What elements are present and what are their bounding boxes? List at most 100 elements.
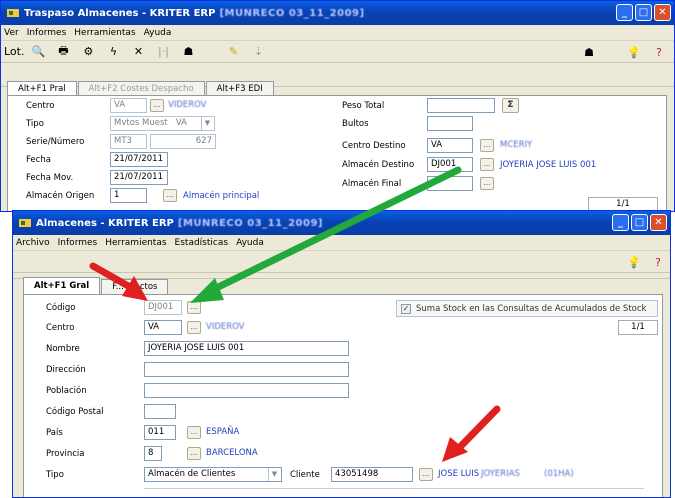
lightbulb-icon[interactable]: 💡 <box>626 254 642 270</box>
page-indicator: 1/1 <box>618 320 658 335</box>
title-bar[interactable]: Almacenes - KRITER ERP [MUNRECO 03_11_200… <box>13 211 670 235</box>
cliente-link-extra2[interactable]: (01HA) <box>544 469 574 479</box>
tools-icon[interactable]: ⚙ <box>80 44 96 60</box>
pais-field[interactable]: 011 <box>144 425 176 440</box>
title-bar[interactable]: Traspaso Almacenes - KRITER ERP [MUNRECO … <box>1 1 674 25</box>
almorigen-lookup-button[interactable]: ... <box>163 189 177 202</box>
fields-icon[interactable]: |·| <box>155 44 171 60</box>
tipo-select[interactable]: Almacén de Clientes ▼ <box>144 467 282 482</box>
almdest-field[interactable]: DJ001 <box>427 157 473 172</box>
cliente-lookup-button[interactable]: ... <box>419 468 433 481</box>
peso-field[interactable] <box>427 98 495 113</box>
menu-bar: Archivo Informes Herramientas Estadístic… <box>13 235 670 251</box>
pin-icon[interactable]: ⇣ <box>250 44 266 60</box>
window-title: Traspaso Almacenes - KRITER ERP <box>24 7 216 19</box>
help-icon[interactable]: ? <box>651 44 667 60</box>
centro-field[interactable]: VA <box>144 320 182 335</box>
cliente-link[interactable]: JOSE LUIS <box>438 469 479 479</box>
suma-stock-group: ✓ Suma Stock en las Consultas de Acumula… <box>396 300 658 317</box>
fechamov-label: Fecha Mov. <box>26 173 74 183</box>
almdest-lookup-button[interactable]: ... <box>480 158 494 171</box>
codigo-lookup-button[interactable]: ... <box>187 301 201 314</box>
toolbar-label[interactable]: Lot. <box>4 44 24 60</box>
centrodest-field[interactable]: VA <box>427 138 473 153</box>
preview-icon[interactable]: 🔍 <box>30 44 46 60</box>
menu-estadisticas[interactable]: Estadísticas <box>175 238 229 248</box>
pais-label: País <box>46 428 63 438</box>
tab-costes[interactable]: Alt+F2 Costes Despacho <box>77 81 205 96</box>
maximize-button[interactable]: □ <box>631 214 648 231</box>
menu-ver[interactable]: Ver <box>4 28 19 38</box>
menu-herramientas[interactable]: Herramientas <box>74 28 135 38</box>
centro-lookup-button[interactable]: ... <box>150 99 164 112</box>
toolbar: 💡 ? <box>13 251 670 273</box>
tipo-label: Tipo <box>26 119 44 129</box>
app-icon <box>7 9 19 17</box>
tipo-select[interactable]: Mvtos Muest VA ▼ <box>110 116 215 131</box>
window-title: Almacenes - KRITER ERP <box>36 217 174 229</box>
maximize-button[interactable]: □ <box>635 4 652 21</box>
tab-contactos[interactable]: F... ...actos <box>101 279 169 294</box>
cliente-label: Cliente <box>290 470 320 480</box>
delete-icon[interactable]: ✕ <box>130 44 146 60</box>
menu-informes[interactable]: Informes <box>58 238 98 248</box>
cliente-link-extra[interactable]: JOYERIAS <box>481 469 520 479</box>
tab-gral[interactable]: Alt+F1 Gral <box>23 277 101 294</box>
provincia-lookup-button[interactable]: ... <box>187 447 201 460</box>
almdest-link[interactable]: JOYERIA JOSE LUIS 001 <box>500 160 596 170</box>
menu-ayuda[interactable]: Ayuda <box>236 238 264 248</box>
poblacion-label: Población <box>46 386 87 396</box>
menu-ayuda[interactable]: Ayuda <box>144 28 172 38</box>
provincia-link[interactable]: BARCELONA <box>206 448 258 458</box>
numero-field[interactable]: 627 <box>150 134 216 149</box>
serie-field[interactable]: MT3 <box>110 134 147 149</box>
provincia-field[interactable]: 8 <box>144 446 162 461</box>
suma-stock-label: Suma Stock en las Consultas de Acumulado… <box>416 304 647 314</box>
tab-edi[interactable]: Alt+F3 EDI <box>205 81 274 96</box>
suma-stock-checkbox[interactable]: ✓ <box>401 304 411 314</box>
centro-link[interactable]: VIDEROV <box>206 322 245 332</box>
traspaso-window: Traspaso Almacenes - KRITER ERP [MUNRECO … <box>0 0 675 212</box>
print-icon[interactable]: 🖶 <box>55 44 71 60</box>
cp-field[interactable] <box>144 404 176 419</box>
lightning-icon[interactable]: ϟ <box>105 44 121 60</box>
pais-lookup-button[interactable]: ... <box>187 426 201 439</box>
almfinal-lookup-button[interactable]: ... <box>480 177 494 190</box>
close-button[interactable]: ✕ <box>654 4 671 21</box>
minimize-button[interactable]: _ <box>612 214 629 231</box>
pais-link[interactable]: ESPAÑA <box>206 427 239 437</box>
menu-archivo[interactable]: Archivo <box>16 238 50 248</box>
almorigen-field[interactable]: 1 <box>110 188 147 203</box>
bultos-field[interactable] <box>427 116 473 131</box>
centro-link[interactable]: VIDEROV <box>168 100 207 110</box>
sigma-button[interactable]: Σ <box>502 98 519 113</box>
window-title-extra: [MUNRECO 03_11_2009] <box>219 7 365 19</box>
tipo-label: Tipo <box>46 470 64 480</box>
tab-bar: Alt+F1 Pral Alt+F2 Costes Despacho Alt+F… <box>7 81 275 96</box>
nombre-field[interactable]: JOYERIA JOSE LUIS 001 <box>144 341 349 356</box>
centro-lookup-button[interactable]: ... <box>187 321 201 334</box>
minimize-button[interactable]: _ <box>616 4 633 21</box>
almorigen-link[interactable]: Almacén principal <box>183 191 259 201</box>
centro-field[interactable]: VA <box>110 98 147 113</box>
tab-pral[interactable]: Alt+F1 Pral <box>7 81 77 96</box>
cliente-field[interactable]: 43051498 <box>331 467 413 482</box>
user2-icon[interactable]: ☗ <box>581 44 597 60</box>
menu-informes[interactable]: Informes <box>27 28 67 38</box>
menu-herramientas[interactable]: Herramientas <box>105 238 166 248</box>
window-title-extra: [MUNRECO 03_11_2009] <box>177 217 323 229</box>
lightbulb-icon[interactable]: 💡 <box>626 44 642 60</box>
centrodest-lookup-button[interactable]: ... <box>480 139 494 152</box>
almfinal-field[interactable] <box>427 176 473 191</box>
poblacion-field[interactable] <box>144 383 349 398</box>
note-icon[interactable]: ✎ <box>225 44 241 60</box>
fecha-field[interactable]: 21/07/2011 <box>110 152 168 167</box>
user-icon[interactable]: ☗ <box>180 44 196 60</box>
direccion-field[interactable] <box>144 362 349 377</box>
help-icon[interactable]: ? <box>650 254 666 270</box>
centrodest-link[interactable]: MCERIY <box>500 140 532 150</box>
codigo-field[interactable]: DJ001 <box>144 300 182 315</box>
fechamov-field[interactable]: 21/07/2011 <box>110 170 168 185</box>
nombre-label: Nombre <box>46 344 80 354</box>
close-button[interactable]: ✕ <box>650 214 667 231</box>
